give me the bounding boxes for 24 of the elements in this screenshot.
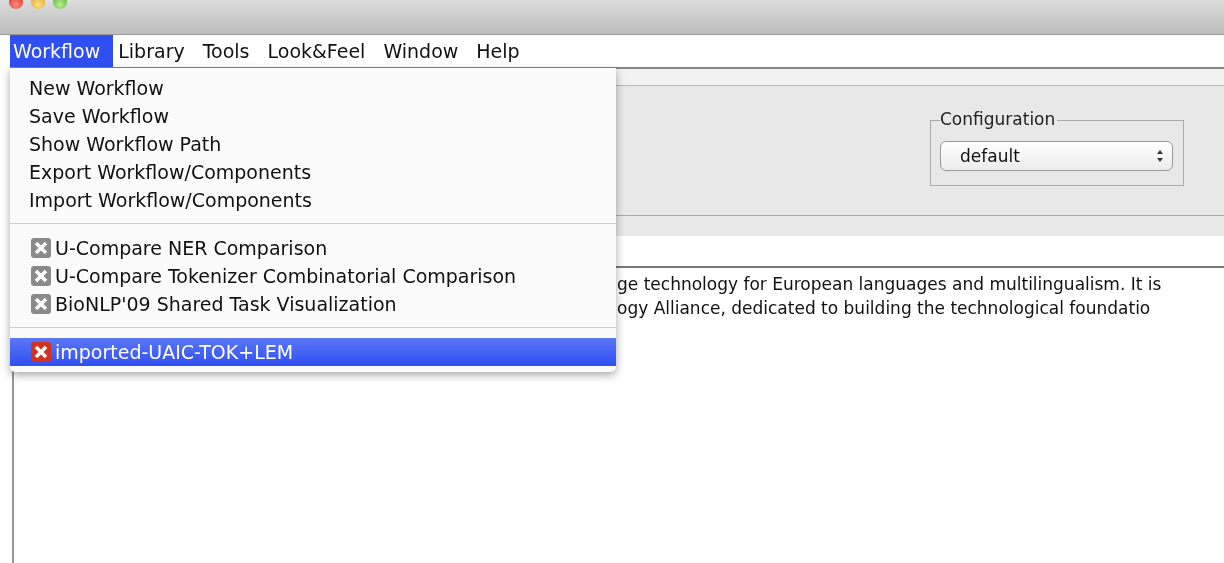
menu-title[interactable]: Tools [199,35,263,67]
close-icon [30,237,52,259]
menu-item[interactable]: Export Workflow/Components [10,158,616,186]
menu-title[interactable]: Workflow [10,35,114,67]
configuration-select[interactable]: default [940,141,1173,171]
menu-item[interactable]: New Workflow [10,74,616,102]
menu-title[interactable]: Window [380,35,472,67]
menu-item[interactable]: imported-UAIC-TOK+LEM [10,338,616,366]
description-text: ogy Alliance, dedicated to building the technological foundatio [617,297,1152,320]
menu-item[interactable]: BioNLP'09 Shared Task Visualization [10,290,616,318]
close-icon [30,341,52,363]
menu-item[interactable]: Save Workflow [10,102,616,130]
description-text: ge technology for European languages and multilingualism. It is [617,273,1163,296]
menu-item[interactable]: Import Workflow/Components [10,186,616,214]
menu-title[interactable]: Help [473,35,533,67]
menu-item[interactable]: U-Compare Tokenizer Combinatorial Comparison [10,262,616,290]
menu-title[interactable]: Look&Feel [264,35,379,67]
close-icon [30,293,52,315]
menu-item[interactable]: Show Workflow Path [10,130,616,158]
stepper-icon [1156,149,1164,163]
close-icon [30,265,52,287]
menu-title[interactable]: Library [115,35,198,67]
menu-item[interactable]: U-Compare NER Comparison [10,234,616,262]
group-label: Configuration [940,109,1058,129]
